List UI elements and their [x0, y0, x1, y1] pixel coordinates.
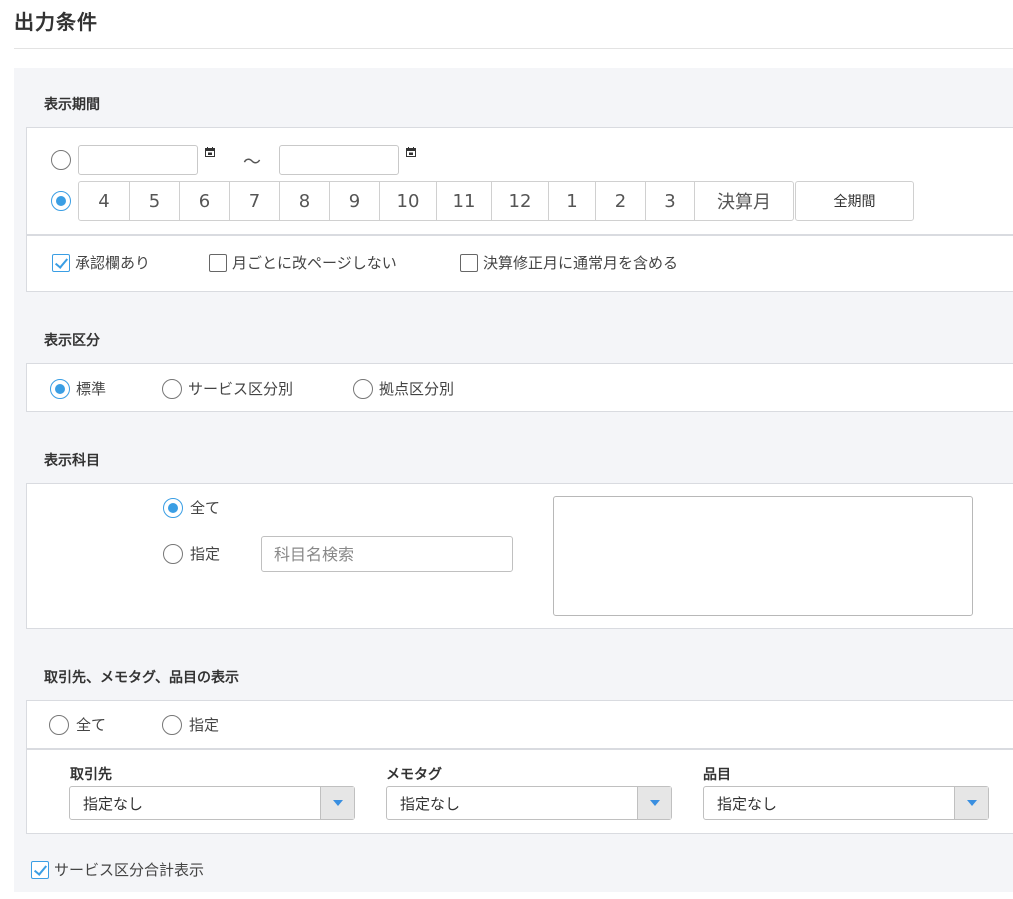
item-select-value: 指定なし: [717, 795, 778, 813]
partners-all-label: 全て: [76, 716, 107, 734]
page-title: 出力条件: [14, 10, 98, 34]
include-regular-label: 決算修正月に通常月を含める: [483, 254, 679, 272]
partners-section-label: 取引先、メモタグ、品目の表示: [44, 670, 240, 686]
accounts-section: 全て 指定: [26, 483, 1013, 629]
division-standard-label: 標準: [76, 380, 107, 398]
account-search-input[interactable]: [261, 536, 513, 572]
partner-filter-label: 取引先: [70, 767, 112, 783]
date-range-radio[interactable]: [51, 150, 71, 170]
accounts-all-label: 全て: [190, 499, 221, 517]
chevron-down-icon[interactable]: [954, 787, 988, 819]
service-total-checkbox[interactable]: [31, 861, 49, 879]
all-period-button[interactable]: 全期間: [795, 181, 914, 221]
month-button[interactable]: 10: [380, 182, 437, 220]
section-divider: [27, 234, 1013, 236]
month-button[interactable]: 7: [230, 182, 280, 220]
include-regular-checkbox[interactable]: [460, 254, 478, 272]
range-separator: ～: [243, 152, 261, 173]
approval-checkbox[interactable]: [52, 254, 70, 272]
partners-specify-label: 指定: [189, 716, 220, 734]
month-button[interactable]: 2: [596, 182, 646, 220]
partners-specify-radio[interactable]: [162, 715, 182, 735]
closing-month-button[interactable]: 決算月: [695, 182, 793, 220]
period-section: ～ 4 5 6 7 8 9 10 11 12 1 2 3 決算月 全期間 承認欄…: [26, 127, 1013, 292]
month-button[interactable]: 8: [280, 182, 330, 220]
chevron-down-icon[interactable]: [320, 787, 354, 819]
month-button[interactable]: 3: [646, 182, 695, 220]
memotag-select-value: 指定なし: [400, 795, 461, 813]
month-button[interactable]: 6: [180, 182, 230, 220]
no-page-break-label: 月ごとに改ページしない: [232, 254, 397, 272]
period-section-label: 表示期間: [44, 97, 100, 113]
chevron-down-icon[interactable]: [637, 787, 671, 819]
section-divider: [27, 748, 1013, 750]
title-divider: [14, 48, 1013, 49]
month-button[interactable]: 1: [549, 182, 596, 220]
division-section-label: 表示区分: [44, 333, 100, 349]
accounts-all-radio[interactable]: [163, 498, 183, 518]
division-base-radio[interactable]: [353, 379, 373, 399]
month-button[interactable]: 12: [492, 182, 549, 220]
division-service-label: サービス区分別: [188, 380, 294, 398]
month-select-radio[interactable]: [51, 191, 71, 211]
calendar-icon[interactable]: [205, 147, 215, 157]
no-page-break-checkbox[interactable]: [209, 254, 227, 272]
month-button[interactable]: 11: [437, 182, 492, 220]
item-filter-label: 品目: [703, 767, 731, 783]
approval-label: 承認欄あり: [75, 254, 151, 272]
conditions-panel: 表示期間 ～ 4 5 6 7 8 9 10 11 12 1 2 3 決算月 全期…: [14, 68, 1013, 892]
division-standard-radio[interactable]: [50, 379, 70, 399]
partners-section: 全て 指定 取引先 指定なし メモタグ 指定なし 品目 指定なし: [26, 700, 1013, 834]
month-button[interactable]: 4: [79, 182, 130, 220]
partner-select-value: 指定なし: [83, 795, 144, 813]
division-service-radio[interactable]: [162, 379, 182, 399]
account-list-box[interactable]: [553, 496, 973, 616]
month-button[interactable]: 5: [130, 182, 180, 220]
item-select[interactable]: 指定なし: [703, 786, 989, 820]
partners-all-radio[interactable]: [49, 715, 69, 735]
accounts-section-label: 表示科目: [44, 453, 100, 469]
accounts-specify-radio[interactable]: [163, 544, 183, 564]
month-button[interactable]: 9: [330, 182, 380, 220]
calendar-icon[interactable]: [406, 147, 416, 157]
division-base-label: 拠点区分別: [379, 380, 455, 398]
memotag-filter-label: メモタグ: [386, 767, 442, 783]
accounts-specify-label: 指定: [190, 545, 221, 563]
month-button-group: 4 5 6 7 8 9 10 11 12 1 2 3 決算月: [78, 181, 794, 221]
partner-select[interactable]: 指定なし: [69, 786, 355, 820]
start-date-input[interactable]: [78, 145, 198, 175]
end-date-input[interactable]: [279, 145, 399, 175]
service-total-label: サービス区分合計表示: [54, 861, 205, 879]
memotag-select[interactable]: 指定なし: [386, 786, 672, 820]
division-section: 標準 サービス区分別 拠点区分別: [26, 363, 1013, 412]
